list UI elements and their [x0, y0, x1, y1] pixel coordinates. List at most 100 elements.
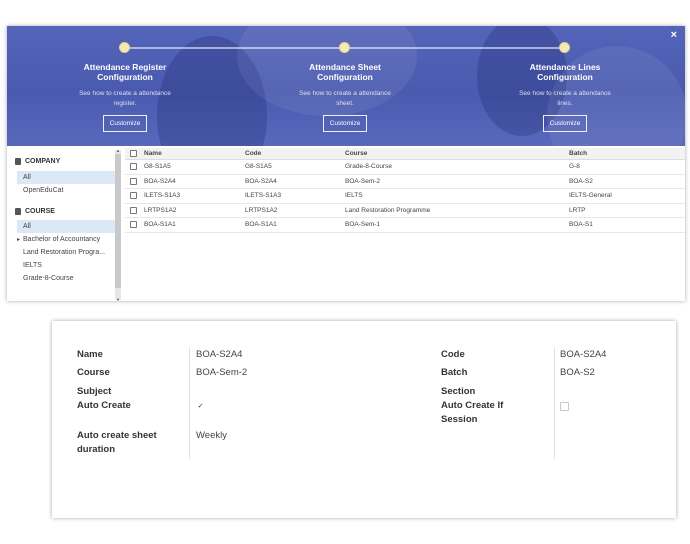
- scrollbar-thumb[interactable]: [115, 154, 121, 288]
- course-filter-bachelor-of-accountancy[interactable]: Bachelor of Accountancy: [17, 233, 115, 246]
- cell-course: Grade-8-Course: [345, 163, 392, 171]
- code-label: Code: [441, 349, 465, 360]
- column-header-course[interactable]: Course: [345, 150, 569, 157]
- cell-name: BOA-S1A1: [144, 221, 176, 229]
- cell-name: LRTPS1A2: [144, 206, 177, 214]
- attendance-register-table: Name Code Course Batch G8-S1A5 G8-S1A5 G…: [125, 148, 685, 233]
- step-description-line: register.: [113, 99, 137, 107]
- course-filter-title: COURSE: [25, 207, 55, 215]
- table-row[interactable]: ILETS-S1A3 ILETS-S1A3 IELTS IELTS-Genera…: [125, 189, 685, 204]
- column-header-code[interactable]: Code: [245, 150, 345, 157]
- course-filter-grade-8[interactable]: Grade-8-Course: [17, 272, 115, 285]
- course-value[interactable]: BOA-Sem-2: [196, 366, 247, 380]
- configuration-wizard-banner: × Attendance Register Configuration See …: [7, 26, 685, 146]
- name-value[interactable]: BOA-S2A4: [196, 348, 242, 362]
- step-attendance-register: Attendance Register Configuration See ho…: [45, 62, 205, 132]
- step-description-line: sheet.: [336, 99, 354, 107]
- cell-code: LRTPS1A2: [245, 206, 278, 214]
- scroll-down-icon[interactable]: ▼: [115, 297, 121, 302]
- table-row[interactable]: BOA-S2A4 BOA-S2A4 BOA-Sem-2 BOA-S2: [125, 175, 685, 189]
- auto-create-checkbox[interactable]: ✓: [196, 402, 205, 411]
- step-title: Attendance Register: [83, 62, 167, 72]
- step-title: Configuration: [97, 72, 153, 82]
- row-checkbox[interactable]: [130, 192, 137, 200]
- step-description-line: See how to create a attendance: [299, 90, 391, 97]
- cell-course: BOA-Sem-2: [345, 177, 381, 185]
- customize-button[interactable]: Customize: [322, 115, 368, 132]
- step-title: Configuration: [317, 72, 373, 82]
- cell-course: IELTS: [345, 192, 363, 200]
- scroll-up-icon[interactable]: ▲: [115, 148, 121, 153]
- step-indicator-dot: [339, 42, 350, 53]
- step-attendance-sheet: Attendance Sheet Configuration See how t…: [265, 62, 425, 132]
- auto-create-label: Auto Create: [77, 400, 131, 411]
- step-description-line: See how to create a attendance: [79, 90, 171, 97]
- course-filter-header: COURSE: [7, 205, 117, 217]
- cell-batch: BOA-S2: [569, 177, 593, 185]
- course-filter-ielts[interactable]: IELTS: [17, 259, 115, 272]
- sidebar-scrollbar[interactable]: ▲ ▼: [115, 148, 121, 302]
- customize-button[interactable]: Customize: [102, 115, 148, 132]
- course-filter-land-restoration[interactable]: Land Restoration Progra...: [17, 246, 115, 259]
- step-attendance-lines: Attendance Lines Configuration See how t…: [485, 62, 645, 132]
- step-title: Attendance Sheet: [309, 62, 381, 72]
- cell-code: ILETS-S1A3: [245, 192, 282, 200]
- company-filter-header: COMPANY: [7, 155, 117, 167]
- column-divider: [189, 347, 190, 459]
- step-description-line: See how to create a attendance: [519, 90, 611, 97]
- cell-batch: IELTS-General: [569, 192, 612, 200]
- step-indicator-dot: [559, 42, 570, 53]
- label-line: Session: [441, 414, 478, 425]
- row-checkbox[interactable]: [130, 163, 137, 171]
- table-row[interactable]: G8-S1A5 G8-S1A5 Grade-8-Course G-8: [125, 160, 685, 175]
- batch-label: Batch: [441, 367, 468, 378]
- building-icon: [15, 157, 21, 165]
- select-all-checkbox[interactable]: [130, 150, 137, 157]
- search-panel-sidebar: COMPANY All OpenEduCat COURSE All Bachel…: [7, 148, 117, 298]
- column-header-batch[interactable]: Batch: [569, 150, 679, 157]
- table-row[interactable]: LRTPS1A2 LRTPS1A2 Land Restoration Progr…: [125, 204, 685, 218]
- step-title: Attendance Lines: [529, 62, 601, 72]
- table-header-row: Name Code Course Batch: [125, 148, 685, 160]
- cell-name: G8-S1A5: [144, 163, 171, 171]
- row-checkbox[interactable]: [130, 221, 137, 229]
- step-description: See how to create a attendance sheet.: [265, 89, 425, 108]
- cell-batch: BOA-S1: [569, 221, 593, 229]
- course-filter-all[interactable]: All: [17, 220, 115, 233]
- cell-code: G8-S1A5: [245, 163, 272, 171]
- step-title: Configuration: [537, 72, 593, 82]
- close-icon[interactable]: ×: [671, 29, 677, 41]
- section-label: Section: [441, 386, 476, 397]
- label-line: Auto create sheet: [77, 430, 157, 441]
- cell-batch: G-8: [569, 163, 580, 171]
- cell-batch: LRTP: [569, 206, 586, 214]
- label-line: duration: [77, 444, 115, 455]
- auto-create-if-session-checkbox[interactable]: [560, 402, 569, 411]
- cell-course: BOA-Sem-1: [345, 221, 381, 229]
- cell-code: BOA-S1A1: [245, 221, 277, 229]
- column-divider: [554, 347, 555, 459]
- step-indicator-dot: [119, 42, 130, 53]
- step-description-line: lines.: [557, 99, 573, 107]
- auto-create-if-session-label: Auto Create If Session: [441, 399, 503, 427]
- cell-name: BOA-S2A4: [144, 177, 176, 185]
- course-label: Course: [77, 367, 110, 378]
- step-description: See how to create a attendance register.: [45, 89, 205, 108]
- label-line: Auto Create If: [441, 400, 504, 411]
- row-checkbox[interactable]: [130, 177, 137, 185]
- company-filter-all[interactable]: All: [17, 171, 115, 184]
- company-filter-openeducat[interactable]: OpenEduCat: [17, 184, 115, 197]
- code-value[interactable]: BOA-S2A4: [560, 348, 606, 362]
- auto-create-sheet-duration-value[interactable]: Weekly: [196, 429, 227, 443]
- cell-code: BOA-S2A4: [245, 177, 277, 185]
- batch-value[interactable]: BOA-S2: [560, 366, 595, 380]
- column-header-name[interactable]: Name: [144, 150, 245, 157]
- company-filter-title: COMPANY: [25, 157, 61, 165]
- book-icon: [15, 207, 21, 215]
- name-label: Name: [77, 349, 103, 360]
- customize-button[interactable]: Customize: [542, 115, 588, 132]
- attendance-register-form: Name BOA-S2A4 Course BOA-Sem-2 Subject A…: [52, 321, 676, 518]
- table-row[interactable]: BOA-S1A1 BOA-S1A1 BOA-Sem-1 BOA-S1: [125, 218, 685, 233]
- subject-label: Subject: [77, 386, 112, 397]
- row-checkbox[interactable]: [130, 206, 137, 214]
